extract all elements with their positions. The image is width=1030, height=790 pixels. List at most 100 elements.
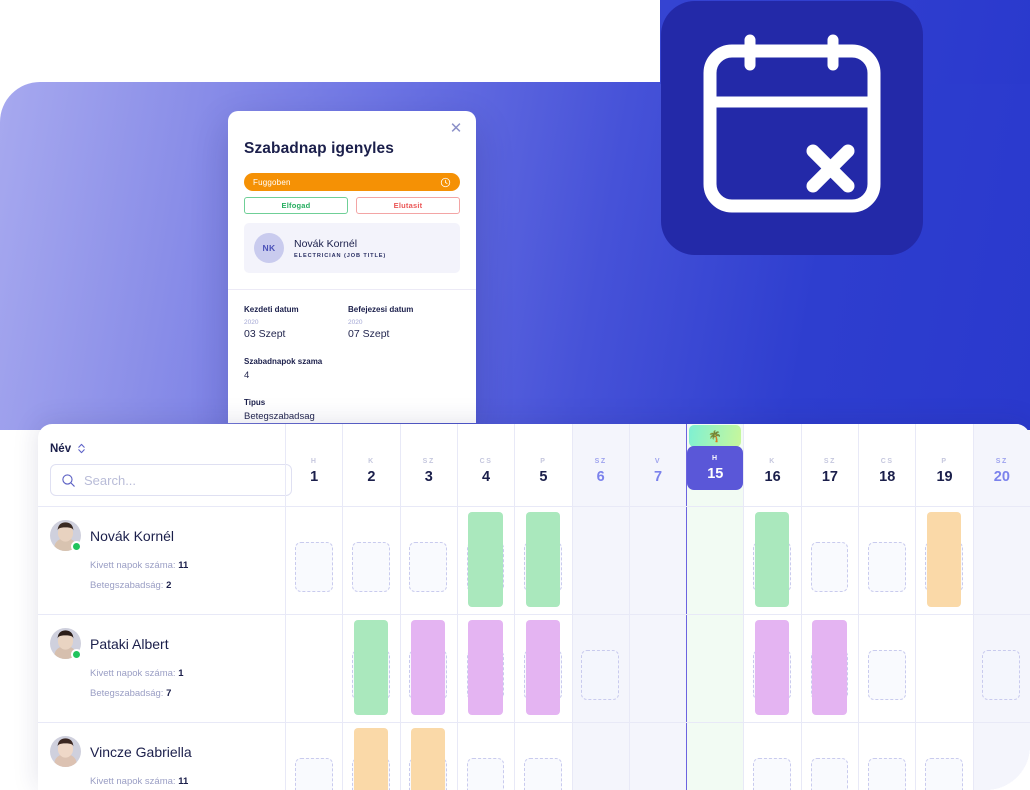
leave-event-block-purple[interactable]: [411, 620, 446, 715]
start-date-block: Kezdeti datum 2020 03 Szept: [244, 305, 348, 340]
row-divider: [38, 506, 1030, 507]
leave-event-block-purple[interactable]: [754, 620, 790, 715]
employee-row[interactable]: Pataki Albert Kivett napok száma: 1 Betegs…: [50, 628, 285, 699]
leave-event-block-green[interactable]: [468, 512, 503, 607]
calendar-day-column-15[interactable]: 🌴 H 15: [686, 424, 744, 790]
calendar-day-column-18[interactable]: CS 18: [858, 424, 915, 790]
leave-event-block-orange[interactable]: [411, 728, 446, 790]
end-date-year: 2020: [348, 319, 363, 326]
leave-event-block-orange[interactable]: [353, 728, 389, 790]
start-date-label: Kezdeti datum: [244, 305, 299, 314]
avatar: [50, 520, 82, 552]
day-drop-placeholder[interactable]: [409, 542, 448, 592]
reject-button[interactable]: Elutasit: [356, 197, 460, 214]
search-box[interactable]: [50, 464, 292, 496]
calendar-day-column-20[interactable]: SZ 20: [972, 424, 1030, 790]
day-of-week-label: SZ: [422, 458, 435, 465]
employee-identity: Novák Kornél: [50, 520, 285, 552]
leave-event-block-green[interactable]: [353, 620, 389, 715]
leave-event-block-green[interactable]: [525, 512, 561, 607]
day-drop-placeholder[interactable]: [523, 758, 562, 790]
calendar-day-column-19[interactable]: P 19: [915, 424, 972, 790]
calendar-day-column-4[interactable]: CS 4: [456, 424, 514, 790]
calendar-day-column-7[interactable]: V7: [628, 424, 687, 790]
day-number-label: 3: [424, 469, 433, 485]
day-header-7: V7: [630, 424, 686, 494]
day-number-label: 17: [821, 469, 838, 485]
day-of-week-label: H: [711, 454, 719, 462]
date-range-row: Kezdeti datum 2020 03 Szept Befejezesi d…: [244, 305, 460, 340]
day-header-5: P5: [515, 424, 571, 494]
day-drop-placeholder[interactable]: [810, 542, 849, 592]
days-count-block: Szabadnapok szama 4: [244, 357, 460, 381]
day-of-week-label: P: [540, 458, 547, 465]
calendar-x-card: [661, 1, 923, 255]
day-drop-placeholder[interactable]: [581, 650, 620, 700]
accept-button[interactable]: Elfogad: [244, 197, 348, 214]
calendar-x-icon: [703, 34, 881, 213]
name-column-label: Név: [50, 442, 72, 455]
day-number-label: 6: [596, 469, 605, 485]
avatar-initials: NK: [254, 233, 284, 263]
leave-event-block-purple[interactable]: [468, 620, 503, 715]
leave-request-modal: ✕ Szabadnap igenyles Fuggoben Elfogad El…: [228, 111, 476, 423]
leave-event-block-orange[interactable]: [926, 512, 962, 607]
employee-row[interactable]: Vincze GabriellaKivett napok száma: 11Be…: [50, 736, 285, 790]
day-header-20: SZ 20: [974, 424, 1030, 494]
modal-divider: [228, 289, 476, 290]
employee-identity: Pataki Albert: [50, 628, 285, 660]
panel-corner-mask: [986, 746, 1030, 790]
status-badge: Fuggoben: [244, 173, 460, 191]
day-drop-placeholder[interactable]: [753, 758, 792, 790]
calendar-day-column-1[interactable]: H1: [285, 424, 342, 790]
day-of-week-label: K: [368, 458, 375, 465]
day-header-19: P 19: [916, 424, 972, 494]
day-drop-placeholder[interactable]: [867, 650, 906, 700]
search-input[interactable]: [84, 472, 281, 488]
day-drop-placeholder[interactable]: [466, 758, 505, 790]
leave-event-block-purple[interactable]: [525, 620, 561, 715]
calendar-day-column-17[interactable]: SZ 17: [800, 424, 858, 790]
days-count-value: 4: [244, 370, 250, 381]
day-number-label: 4: [482, 469, 491, 485]
day-header-3: SZ 3: [401, 424, 457, 494]
sort-chevrons-icon[interactable]: [77, 442, 86, 455]
day-drop-placeholder[interactable]: [294, 542, 333, 592]
calendar-day-column-16[interactable]: K 16: [743, 424, 800, 790]
day-header-18: CS 18: [859, 424, 915, 494]
day-header-17: SZ 17: [802, 424, 858, 494]
days-count-label: Szabadnapok szama: [244, 357, 323, 366]
leave-event-block-purple[interactable]: [812, 620, 847, 715]
day-drop-placeholder[interactable]: [352, 542, 390, 592]
day-drop-placeholder[interactable]: [982, 650, 1021, 700]
calendar-grid: H 1 K 2 SZ 3 CS 4 P 5 SZ 6 V 7 🌴 H 15 K 16 SZ 17 CS 18 P 19 SZ 20: [285, 424, 1030, 790]
avatar: [50, 628, 82, 660]
day-number-label: 7: [653, 469, 663, 485]
avatar: [50, 736, 81, 767]
avatar-photo-icon: [50, 736, 81, 767]
day-number-label: 16: [764, 469, 781, 485]
employee-row[interactable]: Novák Kornél Kivett napok száma: 11 Betegs…: [50, 520, 285, 591]
name-column-header[interactable]: Név: [50, 442, 86, 455]
online-status-dot: [71, 649, 82, 660]
day-drop-placeholder[interactable]: [294, 758, 333, 790]
sick-days-stat: Betegszabadság: 2: [90, 580, 172, 591]
day-number-label: 5: [539, 469, 548, 485]
close-icon[interactable]: ✕: [447, 120, 465, 138]
calendar-day-column-6[interactable]: SZ 6: [571, 424, 629, 790]
taken-days-stat: Kivett napok száma: 11: [90, 560, 189, 571]
day-of-week-label: V: [654, 458, 662, 465]
start-date-value: 03 Szept: [244, 328, 286, 340]
day-drop-placeholder[interactable]: [867, 542, 906, 592]
day-drop-placeholder[interactable]: [867, 758, 906, 790]
end-date-block: Befejezesi datum 2020 07 Szept: [348, 305, 452, 340]
day-number-label: 18: [879, 469, 896, 485]
modal-action-buttons: Elfogad Elutasit: [244, 197, 460, 214]
day-drop-placeholder[interactable]: [810, 758, 849, 790]
calendar-day-column-5[interactable]: P5: [514, 424, 571, 790]
employee-identity: Vincze Gabriella: [50, 736, 285, 767]
leave-event-block-green[interactable]: [754, 512, 790, 607]
day-drop-placeholder[interactable]: [925, 758, 963, 790]
start-date-year: 2020: [244, 319, 259, 326]
day-header-2: K2: [343, 424, 399, 494]
